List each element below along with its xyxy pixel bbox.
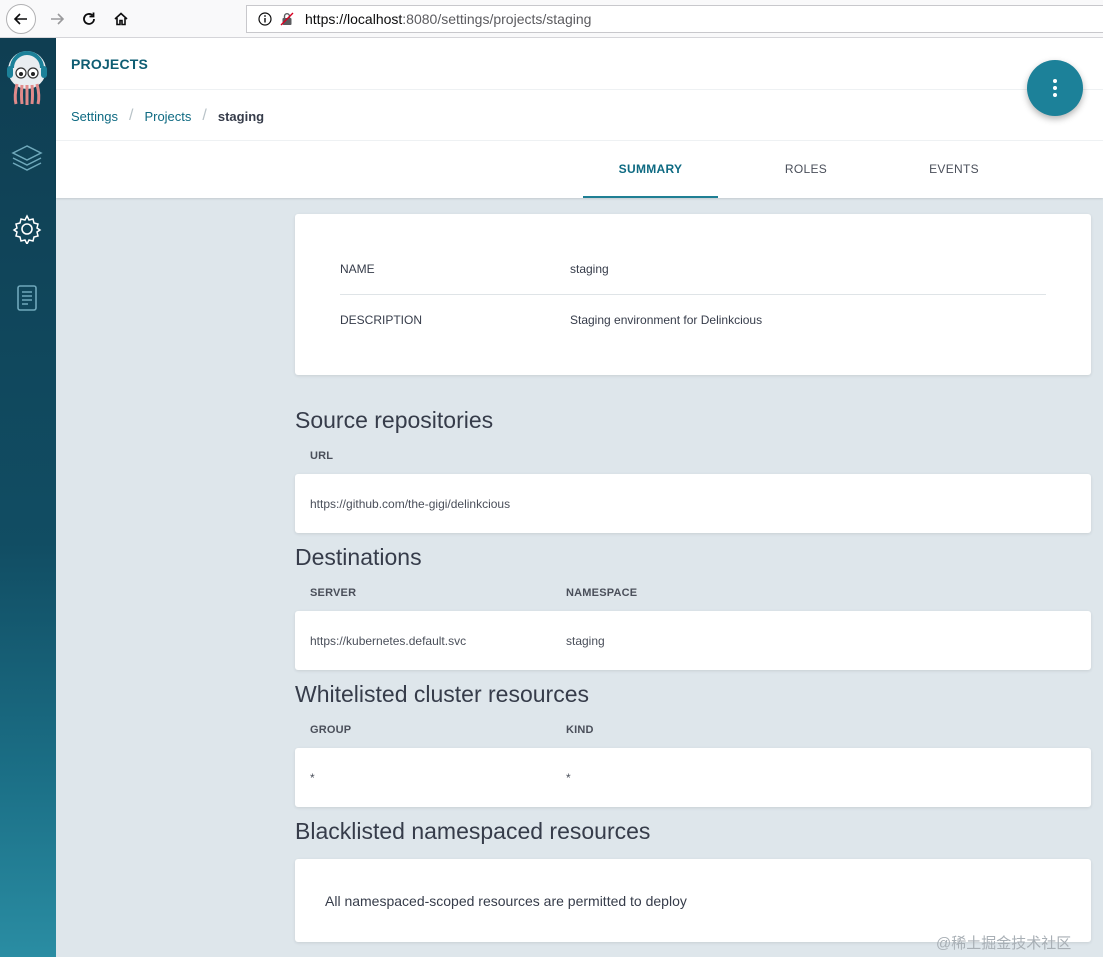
back-arrow-icon[interactable] bbox=[6, 4, 36, 34]
description-value: Staging environment for Delinkcious bbox=[570, 313, 763, 327]
name-row: NAME staging bbox=[340, 262, 609, 276]
description-label: DESCRIPTION bbox=[340, 313, 423, 327]
page-title: PROJECTS bbox=[71, 56, 149, 72]
argo-logo[interactable] bbox=[4, 46, 50, 110]
more-vertical-icon bbox=[1053, 79, 1057, 83]
row-divider bbox=[340, 294, 1046, 295]
breadcrumb-projects[interactable]: Projects bbox=[144, 109, 191, 124]
breadcrumb-separator: / bbox=[128, 107, 134, 124]
more-vertical-icon-dot bbox=[1053, 93, 1057, 97]
column-header-namespace: NAMESPACE bbox=[566, 587, 638, 599]
whitelist-kind: * bbox=[566, 771, 571, 785]
column-header-kind: KIND bbox=[566, 724, 594, 736]
destinations-card: https://kubernetes.default.svc staging bbox=[295, 611, 1091, 670]
breadcrumb-separator: / bbox=[202, 107, 207, 124]
destination-server: https://kubernetes.default.svc bbox=[310, 634, 467, 648]
section-title-destinations: Destinations bbox=[295, 544, 422, 570]
column-header-server: SERVER bbox=[310, 587, 357, 599]
home-icon[interactable] bbox=[106, 4, 136, 34]
section-title-source-repositories: Source repositories bbox=[295, 407, 494, 433]
whitelist-group: * bbox=[310, 771, 315, 785]
header-divider bbox=[56, 140, 1103, 141]
layers-icon[interactable] bbox=[9, 140, 45, 176]
more-actions-button[interactable] bbox=[1027, 60, 1083, 116]
tab-roles[interactable]: ROLES bbox=[746, 162, 866, 176]
header-divider bbox=[56, 89, 1103, 90]
section-title-whitelisted: Whitelisted cluster resources bbox=[295, 681, 589, 707]
more-vertical-icon-dot bbox=[1053, 86, 1057, 90]
summary-card: NAME staging DESCRIPTION Staging environme… bbox=[295, 214, 1091, 375]
gear-icon[interactable] bbox=[9, 211, 45, 247]
source-repositories-card: https://github.com/the-gigi/delinkcious bbox=[295, 474, 1091, 533]
destination-namespace: staging bbox=[566, 634, 605, 648]
whitelisted-card: * * bbox=[295, 748, 1091, 807]
info-icon[interactable] bbox=[257, 11, 273, 27]
section-title-blacklisted: Blacklisted namespaced resources bbox=[295, 818, 651, 844]
tab-summary[interactable]: SUMMARY bbox=[583, 162, 718, 198]
column-header-group: GROUP bbox=[310, 724, 352, 736]
sidebar bbox=[0, 38, 56, 957]
blacklisted-card: All namespaced-scoped resources are perm… bbox=[295, 859, 1091, 942]
blacklisted-message: All namespaced-scoped resources are perm… bbox=[325, 893, 687, 909]
page-header: PROJECTS Settings / Projects / staging S… bbox=[56, 38, 1103, 198]
breadcrumb-current: staging bbox=[217, 108, 265, 124]
forward-arrow-icon[interactable] bbox=[42, 4, 72, 34]
url-text: https://localhost:8080/settings/projects… bbox=[305, 11, 592, 27]
description-row: DESCRIPTION Staging environment for Delin… bbox=[340, 313, 762, 327]
watermark: @稀土掘金技术社区 bbox=[936, 935, 1072, 952]
address-bar[interactable]: https://localhost:8080/settings/projects… bbox=[246, 5, 1103, 33]
reload-icon[interactable] bbox=[74, 4, 104, 34]
tab-events[interactable]: EVENTS bbox=[894, 162, 1014, 176]
name-label: NAME bbox=[340, 262, 375, 276]
name-value: staging bbox=[570, 262, 609, 276]
docs-icon[interactable] bbox=[9, 281, 45, 317]
breadcrumb-settings[interactable]: Settings bbox=[71, 109, 118, 124]
browser-toolbar: https://localhost:8080/settings/projects… bbox=[0, 0, 1103, 38]
insecure-lock-icon[interactable] bbox=[279, 11, 295, 27]
column-header-url: URL bbox=[310, 450, 334, 462]
repo-url: https://github.com/the-gigi/delinkcious bbox=[310, 497, 511, 511]
breadcrumb: Settings / Projects / staging bbox=[71, 107, 264, 125]
